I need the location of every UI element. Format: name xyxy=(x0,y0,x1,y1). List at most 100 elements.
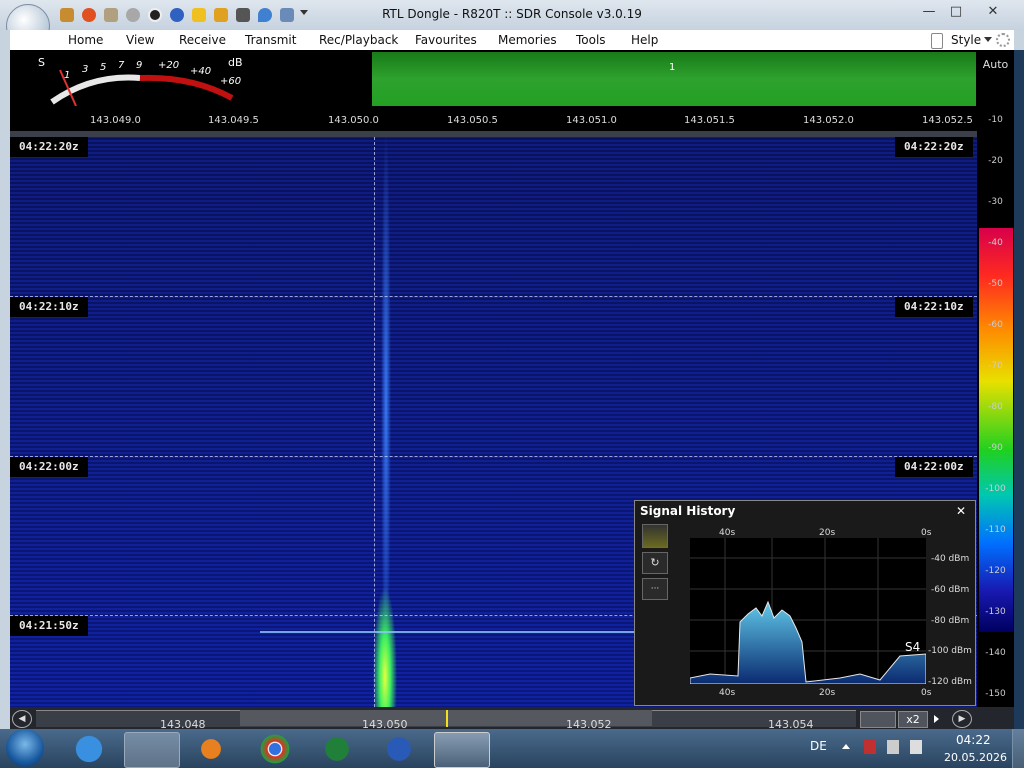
menu-tools[interactable]: Tools xyxy=(576,33,606,47)
sh-time-label: 40s xyxy=(719,528,736,538)
freq-tick: 143.049.5 xyxy=(208,115,259,126)
maximize-button[interactable]: □ xyxy=(943,3,969,21)
record-toggle-icon[interactable] xyxy=(642,524,668,548)
freq-tick: 143.051.0 xyxy=(566,115,617,126)
sh-level-label: -120 dBm xyxy=(928,677,972,687)
freq-tick: 143.052.5 xyxy=(922,115,973,126)
style-spinner-icon[interactable] xyxy=(931,33,943,49)
sh-time-label: 20s xyxy=(819,688,836,698)
signal-streak xyxy=(260,631,640,633)
window-title: RTL Dongle - R820T :: SDR Console v3.0.1… xyxy=(382,7,642,21)
tuning-line xyxy=(374,137,375,707)
power-tray-icon[interactable] xyxy=(864,740,876,754)
scale-level: -40 xyxy=(988,238,1003,248)
auto-level-button[interactable]: Auto xyxy=(977,58,1014,71)
timestamp-left: 04:22:20z xyxy=(10,137,88,157)
timestamp-left: 04:22:10z xyxy=(10,297,88,317)
clock-date[interactable]: 20.05.2026 xyxy=(944,751,1007,764)
sh-time-label: 40s xyxy=(719,688,736,698)
style-menu[interactable]: Style xyxy=(951,33,981,47)
zoom-selector[interactable]: x2 xyxy=(898,711,928,728)
signal-history-chart xyxy=(689,538,927,685)
time-gridline xyxy=(10,296,977,297)
left-frame xyxy=(0,30,10,730)
volume-tray-icon[interactable] xyxy=(887,740,899,754)
timestamp-right: 04:22:10z xyxy=(895,297,973,317)
freq-tick: 143.052.0 xyxy=(803,115,854,126)
freq-tick: 143.050.0 xyxy=(328,115,379,126)
menu-favourites[interactable]: Favourites xyxy=(415,33,477,47)
s-meter-arc xyxy=(50,69,234,106)
scale-level: -70 xyxy=(988,361,1003,371)
network-tray-icon[interactable] xyxy=(910,740,922,754)
menu-memories[interactable]: Memories xyxy=(498,33,557,47)
right-frame xyxy=(1014,30,1024,50)
sh-level-label: -80 dBm xyxy=(931,616,970,626)
s-meter: S dB 1 3 5 7 9 +20 +40 +60 xyxy=(32,52,248,106)
sdr-console-taskbar-icon[interactable] xyxy=(434,732,490,768)
media-player-icon[interactable] xyxy=(184,732,238,766)
menu-view[interactable]: View xyxy=(126,33,154,47)
vfo-marker-label: 1 xyxy=(669,62,676,73)
signal-history-title: Signal History xyxy=(640,504,736,518)
scale-level: -10 xyxy=(988,115,1003,125)
scale-level: -60 xyxy=(988,320,1003,330)
scroll-right-button[interactable]: ▶ xyxy=(952,710,972,728)
sh-level-label: -40 dBm xyxy=(931,554,970,564)
scale-level: -120 xyxy=(985,566,1006,576)
file-explorer-icon[interactable] xyxy=(124,732,180,768)
scroll-left-button[interactable]: ◀ xyxy=(12,710,32,728)
scale-level: -140 xyxy=(985,648,1006,658)
close-button[interactable]: ✕ xyxy=(979,3,1007,21)
scale-level: -30 xyxy=(988,197,1003,207)
sh-level-label: -100 dBm xyxy=(928,646,972,656)
signal-history-graph xyxy=(689,538,927,685)
timestamp-right: 04:22:00z xyxy=(895,457,973,477)
signal-history-close-button[interactable]: ✕ xyxy=(956,504,966,518)
frequency-ruler[interactable]: 143.049.0 143.049.5 143.050.0 143.050.5 … xyxy=(10,111,977,131)
freq-tick: 143.050.5 xyxy=(447,115,498,126)
excel-icon[interactable] xyxy=(310,732,364,766)
scale-level: -90 xyxy=(988,443,1003,453)
sh-level-label: -60 dBm xyxy=(931,585,970,595)
language-indicator[interactable]: DE xyxy=(810,739,827,753)
scale-level: -130 xyxy=(985,607,1006,617)
scale-level: -80 xyxy=(988,402,1003,412)
scale-level: -150 xyxy=(985,689,1006,699)
sh-time-label: 20s xyxy=(819,528,836,538)
timestamp-left: 04:22:00z xyxy=(10,457,88,477)
minimize-button[interactable]: — xyxy=(916,3,942,21)
menu-home[interactable]: Home xyxy=(68,33,103,47)
keyboard-icon[interactable] xyxy=(860,711,896,728)
menu-transmit[interactable]: Transmit xyxy=(245,33,296,47)
scale-level: -20 xyxy=(988,156,1003,166)
reset-icon[interactable]: ↻ xyxy=(642,552,668,574)
spectrum-bandwidth-highlight[interactable]: 1 xyxy=(372,52,976,106)
menu-help[interactable]: Help xyxy=(631,33,658,47)
start-button-icon[interactable] xyxy=(6,729,44,767)
internet-explorer-icon[interactable] xyxy=(62,732,116,766)
show-desktop-button[interactable] xyxy=(1012,729,1024,768)
menu-receive[interactable]: Receive xyxy=(179,33,226,47)
chrome-icon[interactable] xyxy=(248,732,302,766)
zoom-next-arrow-icon[interactable] xyxy=(934,715,939,723)
time-gridline xyxy=(10,456,977,457)
freq-tick: 143.049.0 xyxy=(90,115,141,126)
freq-tick: 143.051.5 xyxy=(684,115,735,126)
sh-time-label: 0s xyxy=(921,528,932,538)
scale-level: -50 xyxy=(988,279,1003,289)
clock-time[interactable]: 04:22 xyxy=(956,733,991,747)
show-hidden-icons-icon[interactable] xyxy=(842,744,850,749)
scale-level: -110 xyxy=(985,525,1006,535)
more-options-button[interactable]: ··· xyxy=(642,578,668,600)
settings-gear-icon[interactable] xyxy=(996,33,1010,47)
s-unit-readout: S4 xyxy=(905,640,921,654)
menu-rec-playback[interactable]: Rec/Playback xyxy=(319,33,398,47)
word-icon[interactable] xyxy=(372,732,426,766)
scale-level: -100 xyxy=(985,484,1006,494)
style-dropdown-icon[interactable] xyxy=(984,37,992,42)
sh-time-label: 0s xyxy=(921,688,932,698)
bottom-tuning-marker xyxy=(446,710,448,727)
timestamp-right: 04:22:20z xyxy=(895,137,973,157)
timestamp-left: 04:21:50z xyxy=(10,616,88,636)
